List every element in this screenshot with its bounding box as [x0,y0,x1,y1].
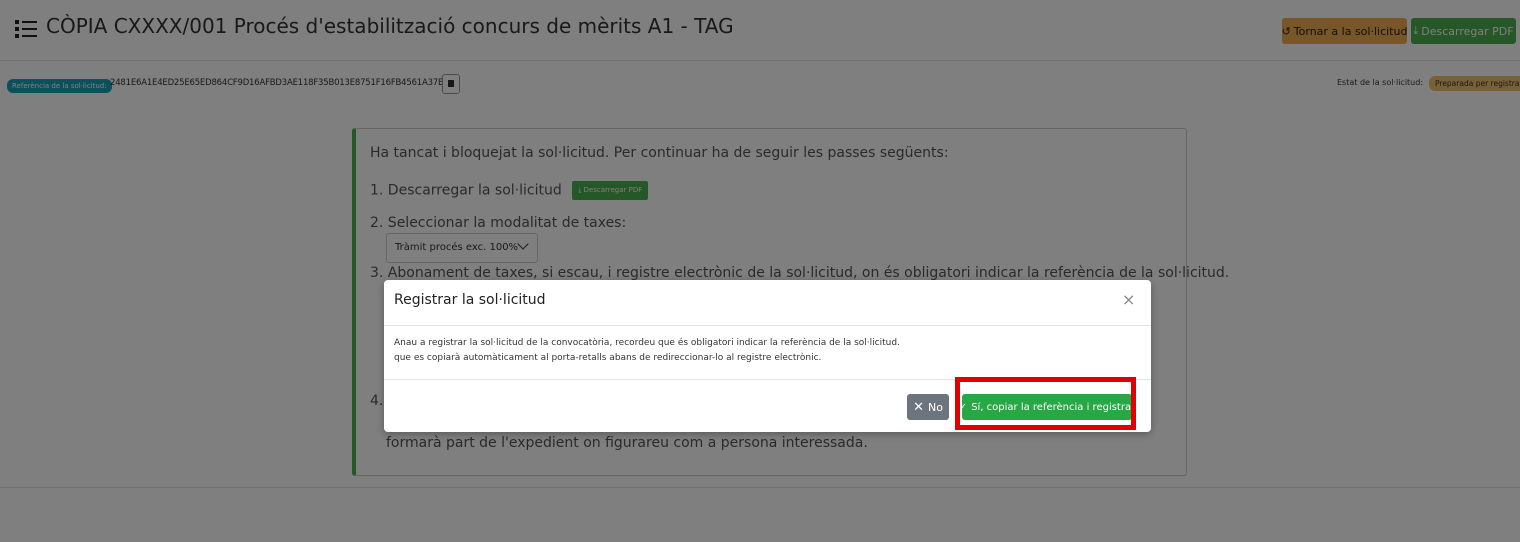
modal-header: Registrar la sol·licitud × [384,280,1151,326]
modal-backdrop[interactable] [0,0,1520,542]
close-icon: ✕ [913,399,924,415]
no-button[interactable]: ✕ No [907,394,949,420]
modal-title: Registrar la sol·licitud [394,292,546,308]
highlight-box [955,377,1136,430]
close-icon[interactable]: × [1122,290,1135,309]
modal-message-line-2: que es copiarà automàticament al porta-r… [394,353,822,363]
no-button-label: No [927,400,943,414]
modal-message-line-1: Anau a registrar la sol·licitud de la co… [394,338,900,348]
modal-body: Anau a registrar la sol·licitud de la co… [384,326,1151,379]
